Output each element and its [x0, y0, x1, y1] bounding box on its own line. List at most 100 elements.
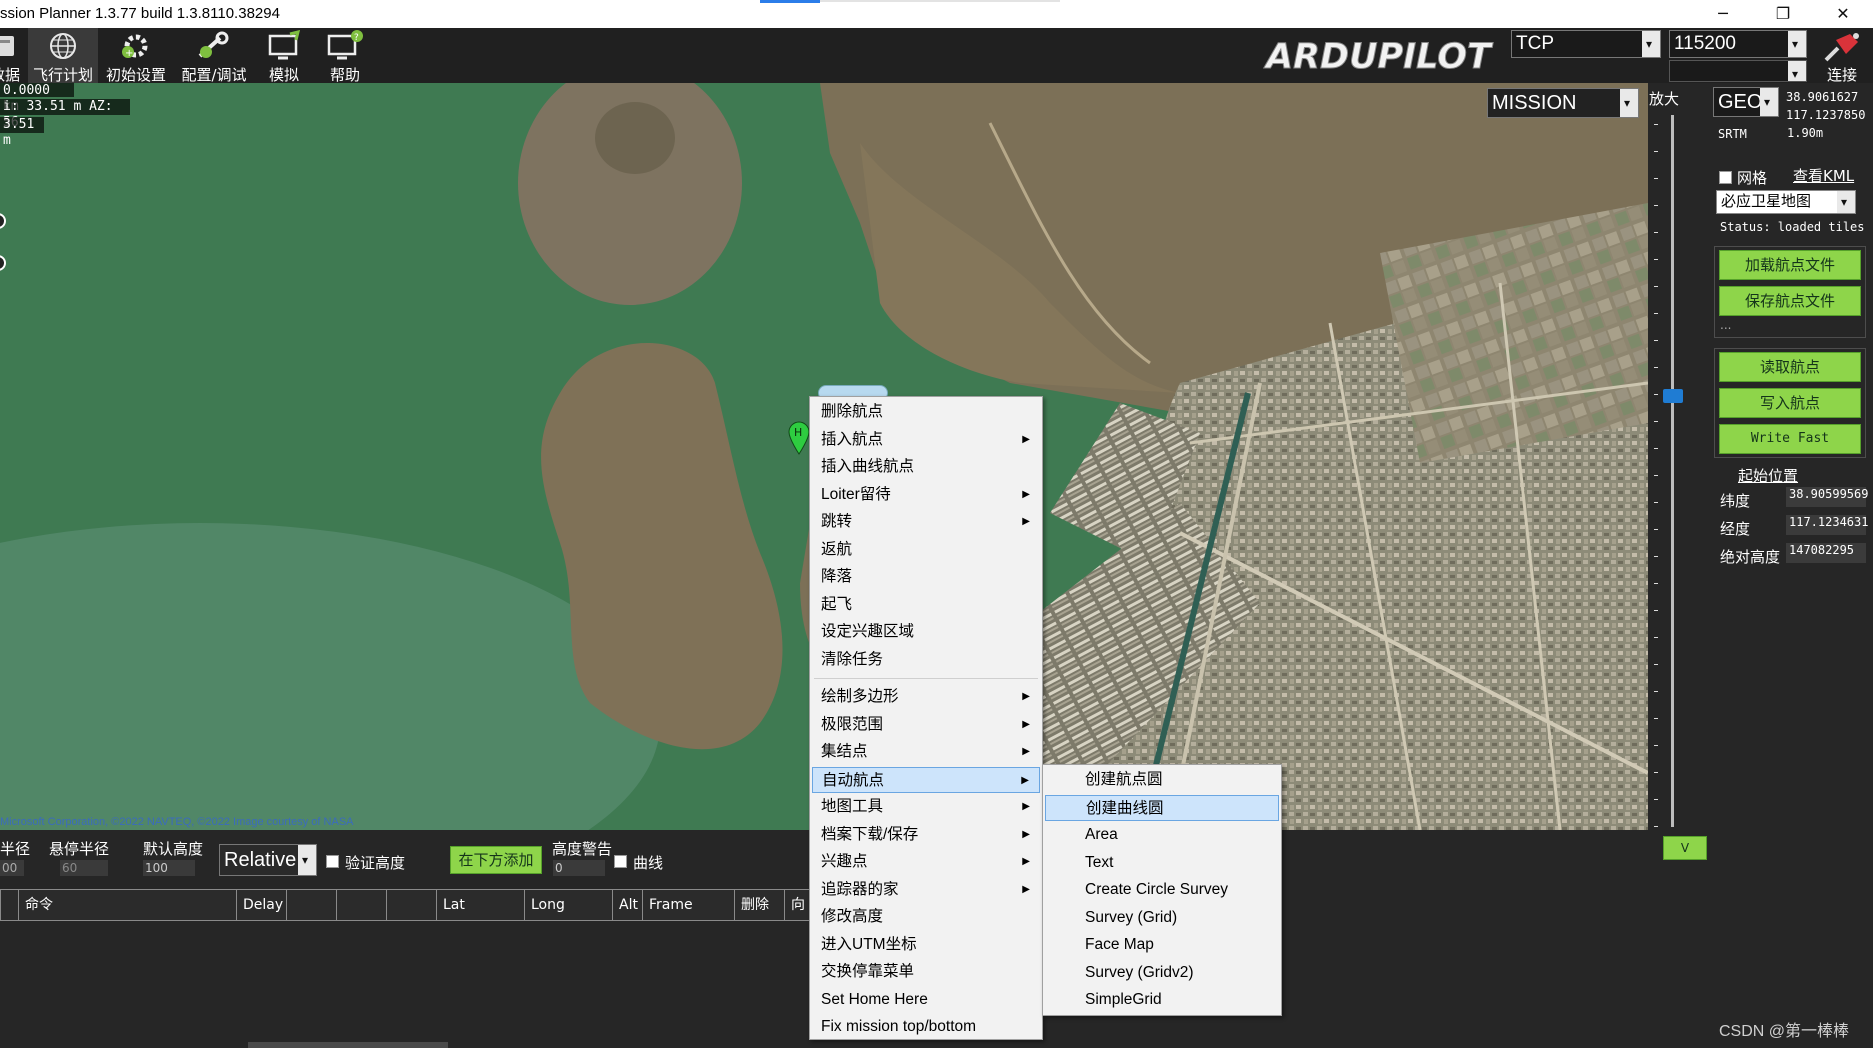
context-menu-item[interactable]: 地图工具 ▶: [812, 794, 1040, 820]
context-menu-item[interactable]: 自动航点 ▶: [812, 766, 1040, 793]
context-menu-item[interactable]: 进入UTM坐标: [812, 932, 1040, 958]
submenu-item[interactable]: 创建曲线圆: [1045, 794, 1279, 821]
context-menu-item[interactable]: 降落: [812, 564, 1040, 590]
context-menu-item[interactable]: 返航: [812, 537, 1040, 563]
coord-system-select[interactable]: GEO: [1713, 87, 1779, 117]
context-menu-item[interactable]: 起飞: [812, 592, 1040, 618]
context-menu-item[interactable]: 插入曲线航点: [812, 454, 1040, 480]
context-menu-item-label: 交换停靠菜单: [821, 963, 915, 980]
write-fast-button[interactable]: Write Fast: [1719, 424, 1861, 454]
home-marker[interactable]: H: [788, 421, 810, 455]
toolbar-flight-plan-button[interactable]: 飞行计划: [28, 28, 98, 84]
verify-alt-checkbox[interactable]: [326, 855, 339, 868]
submenu-item[interactable]: Face Map: [1045, 932, 1279, 958]
toolbar-data-button[interactable]: 数据: [0, 28, 22, 84]
col-param4[interactable]: [386, 890, 436, 920]
context-menu-item[interactable]: 插入航点 ▶: [812, 427, 1040, 453]
read-waypoints-button[interactable]: 读取航点: [1719, 352, 1861, 382]
horizontal-scrollbar[interactable]: [248, 1042, 448, 1048]
context-menu-item[interactable]: 集结点 ▶: [812, 739, 1040, 765]
context-menu-item[interactable]: 交换停靠菜单: [812, 959, 1040, 985]
grid-checkbox[interactable]: [1719, 171, 1732, 184]
context-menu-item[interactable]: Set Home Here: [812, 987, 1040, 1013]
zoom-slider-track[interactable]: [1671, 115, 1674, 827]
zoom-tick: [1654, 664, 1658, 665]
col-frame[interactable]: Frame: [642, 890, 734, 920]
mission-grid-header: 命令 Delay Lat Long Alt Frame 删除 向: [0, 889, 815, 921]
col-param2[interactable]: [286, 890, 336, 920]
loiter-radius-input[interactable]: 60: [60, 860, 108, 876]
home-alt-field[interactable]: 147082295: [1786, 543, 1866, 563]
flight-mode-select[interactable]: MISSION: [1487, 88, 1639, 118]
chevron-down-icon: [1760, 88, 1778, 116]
connection-type-select[interactable]: TCP: [1511, 30, 1661, 58]
col-delete[interactable]: 删除: [734, 890, 784, 920]
submenu-item[interactable]: Survey (Gridv2): [1045, 960, 1279, 986]
close-button[interactable]: ✕: [1813, 0, 1873, 28]
context-menu-item[interactable]: 跳转 ▶: [812, 509, 1040, 535]
toolbar-config-button[interactable]: 配置/调试: [175, 28, 253, 84]
context-menu-item-label: 起飞: [821, 595, 853, 613]
toolbar-help-button[interactable]: ? 帮助: [318, 28, 372, 84]
connect-button[interactable]: 连接: [1812, 30, 1872, 83]
add-below-button[interactable]: 在下方添加: [450, 846, 542, 874]
more-ellipsis[interactable]: ...: [1720, 318, 1731, 332]
submenu-item[interactable]: Area: [1045, 822, 1279, 848]
context-menu-item[interactable]: 兴趣点 ▶: [812, 849, 1040, 875]
submenu-item[interactable]: Survey (Grid): [1045, 905, 1279, 931]
col-long[interactable]: Long: [524, 890, 612, 920]
grid-row-header: [0, 890, 18, 920]
submenu-item[interactable]: 创建航点圆: [1045, 767, 1279, 793]
col-lat[interactable]: Lat: [436, 890, 524, 920]
context-menu-item[interactable]: Fix mission top/bottom: [812, 1014, 1040, 1040]
collapse-v-button[interactable]: V: [1663, 836, 1707, 860]
col-param3[interactable]: [336, 890, 386, 920]
context-menu-item[interactable]: 删除航点: [812, 399, 1040, 425]
context-menu-item[interactable]: Loiter留待 ▶: [812, 482, 1040, 508]
alt-warning-input[interactable]: 0: [553, 860, 605, 876]
default-alt-input[interactable]: 100: [143, 860, 195, 876]
home-lat-field[interactable]: 38.90599569: [1786, 487, 1868, 507]
home-location-link[interactable]: 起始位置: [1738, 465, 1798, 486]
context-menu-item[interactable]: 绘制多边形 ▶: [812, 684, 1040, 710]
toolbar-initial-setup-button[interactable]: + 初始设置: [100, 28, 172, 84]
spline-checkbox[interactable]: [614, 855, 627, 868]
zoom-slider-thumb[interactable]: [1663, 389, 1683, 403]
alt-frame-value: Relative: [224, 849, 297, 871]
context-menu-item[interactable]: 追踪器的家 ▶: [812, 877, 1040, 903]
submenu-item[interactable]: SimpleGrid: [1045, 987, 1279, 1013]
radius-input[interactable]: 00: [0, 860, 24, 876]
svg-text:+: +: [125, 48, 133, 59]
connect-plug-icon: [1824, 33, 1859, 62]
restore-button[interactable]: ❐: [1753, 0, 1813, 28]
context-menu-item[interactable]: 极限范围 ▶: [812, 712, 1040, 738]
context-menu-item-label: 兴趣点: [821, 853, 868, 870]
load-waypoint-file-button[interactable]: 加载航点文件: [1719, 250, 1861, 280]
context-menu-item[interactable]: 清除任务: [812, 647, 1040, 673]
map-provider-select[interactable]: 必应卫星地图: [1716, 190, 1856, 214]
write-waypoints-button[interactable]: 写入航点: [1719, 388, 1861, 418]
save-waypoint-file-button[interactable]: 保存航点文件: [1719, 286, 1861, 316]
context-menu-item[interactable]: 修改高度: [812, 904, 1040, 930]
map-attribution: Microsoft Corporation, ©2022 NAVTEQ, ©20…: [0, 816, 354, 828]
distance-info-line3: 3.51 m: [0, 117, 44, 148]
home-lng-field[interactable]: 117.1234631: [1786, 515, 1868, 535]
submenu-item[interactable]: Create Circle Survey: [1045, 877, 1279, 903]
submenu-arrow-icon: ▶: [1021, 774, 1029, 786]
col-alt[interactable]: Alt: [612, 890, 642, 920]
col-delay[interactable]: Delay: [236, 890, 286, 920]
alt-frame-select[interactable]: Relative: [219, 844, 317, 876]
minimize-button[interactable]: ─: [1693, 0, 1753, 28]
spline-label: 曲线: [633, 854, 664, 872]
toolbar-simulation-button[interactable]: 模拟: [258, 28, 310, 84]
grid-label: 网格: [1737, 169, 1768, 187]
context-menu-item[interactable]: 设定兴趣区域: [812, 619, 1040, 645]
submenu-arrow-icon: ▶: [1022, 516, 1030, 527]
col-command[interactable]: 命令: [18, 890, 236, 920]
baud-rate-select[interactable]: 115200: [1669, 30, 1807, 58]
view-kml-link[interactable]: 查看KML: [1793, 165, 1854, 186]
submenu-item[interactable]: Text: [1045, 850, 1279, 876]
zoom-tick: [1654, 448, 1658, 449]
context-menu-item[interactable]: 档案下载/保存 ▶: [812, 822, 1040, 848]
connection-extra-select[interactable]: [1669, 60, 1807, 87]
